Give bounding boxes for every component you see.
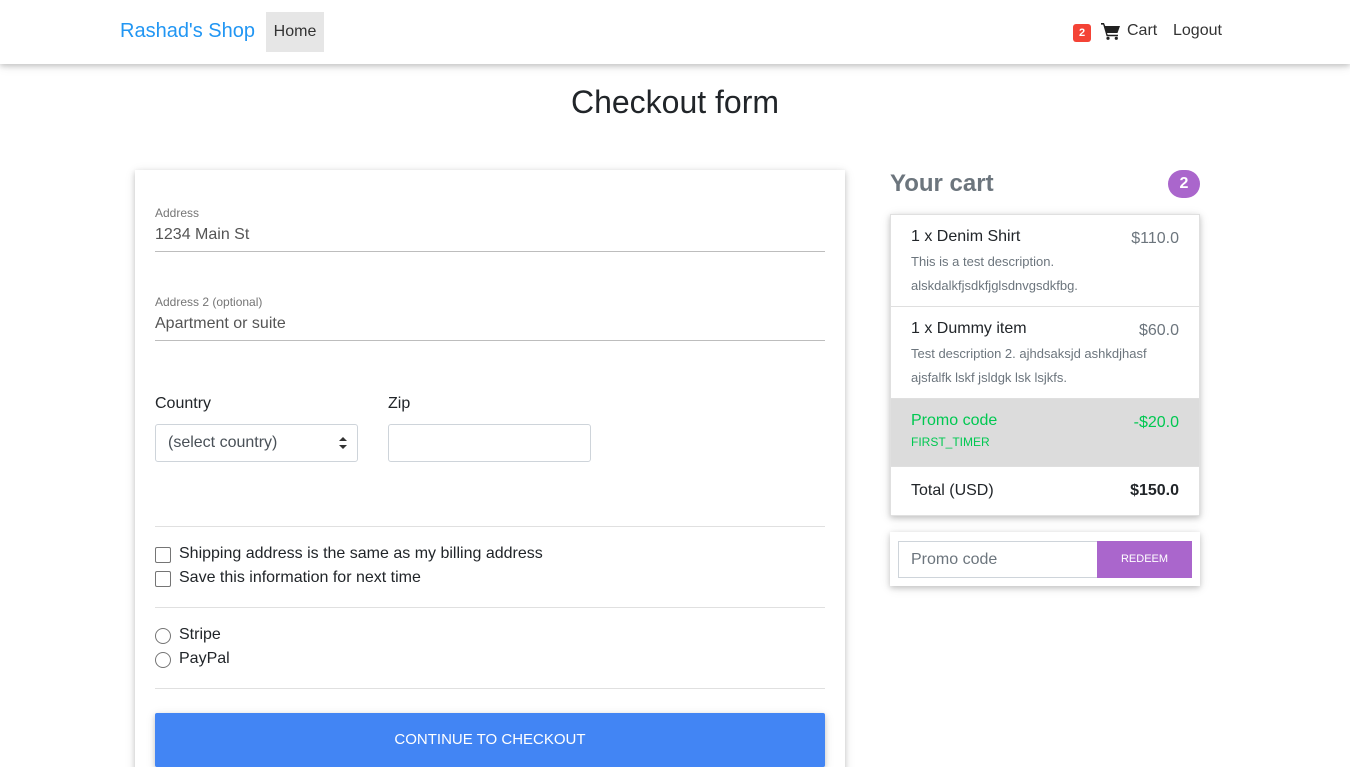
divider (155, 688, 825, 689)
select-updown-arrow-icon (339, 437, 347, 449)
address-field: Address (155, 206, 825, 252)
promo-redeem-card: REDEEM (890, 532, 1200, 586)
zip-label: Zip (388, 395, 411, 412)
cart-list: 1 x Denim Shirt $110.0 This is a test de… (890, 214, 1200, 516)
divider (155, 607, 825, 608)
nav-home-link[interactable]: Home (266, 12, 324, 52)
cart-count-pill: 2 (1168, 170, 1200, 198)
cart-item-price: $110.0 (1131, 230, 1179, 247)
address2-label: Address 2 (optional) (155, 295, 263, 309)
stripe-radio[interactable] (155, 628, 171, 644)
zip-input[interactable] (388, 424, 591, 462)
address-label: Address (155, 206, 200, 220)
cart-total-row: Total (USD) $150.0 (891, 467, 1199, 515)
redeem-button[interactable]: REDEEM (1097, 541, 1192, 578)
checkout-form-card: Address Address 2 (optional) Country (se… (135, 170, 845, 767)
cart-item-name: 1 x Dummy item (911, 320, 1027, 337)
cart-item: 1 x Dummy item $60.0 Test description 2.… (891, 307, 1199, 399)
save-info-label: Save this information for next time (179, 569, 421, 586)
total-value: $150.0 (1130, 482, 1179, 499)
brand-link[interactable]: Rashad's Shop (120, 20, 255, 43)
address2-field: Address 2 (optional) (155, 295, 825, 341)
save-info-checkbox[interactable] (155, 571, 171, 587)
top-navbar: Rashad's Shop Home 2 Cart Logout (0, 0, 1350, 64)
cart-item-name: 1 x Denim Shirt (911, 228, 1021, 245)
country-select-value: (select country) (168, 434, 278, 451)
promo-code-label: Promo code (911, 412, 998, 429)
promo-code-row: Promo code FIRST_TIMER -$20.0 (891, 399, 1199, 467)
cart-item: 1 x Denim Shirt $110.0 This is a test de… (891, 215, 1199, 307)
cart-item-price: $60.0 (1138, 322, 1179, 339)
country-label: Country (155, 395, 212, 412)
promo-discount-amount: -$20.0 (1133, 414, 1179, 431)
total-label: Total (USD) (911, 482, 994, 499)
same-address-label: Shipping address is the same as my billi… (179, 545, 543, 562)
shopping-cart-icon[interactable] (1101, 22, 1121, 40)
cart-heading: Your cart (890, 170, 994, 197)
continue-to-checkout-button[interactable]: CONTINUE TO CHECKOUT (155, 713, 825, 767)
nav-cart-link[interactable]: Cart (1127, 22, 1157, 40)
page-title: Checkout form (570, 84, 780, 120)
address2-input[interactable] (155, 313, 825, 335)
same-address-checkbox[interactable] (155, 547, 171, 563)
paypal-label: PayPal (179, 650, 230, 667)
stripe-label: Stripe (179, 626, 221, 643)
address-input[interactable] (155, 224, 825, 246)
cart-count-badge: 2 (1073, 24, 1091, 42)
paypal-radio[interactable] (155, 652, 171, 668)
promo-code-value: FIRST_TIMER (911, 435, 990, 449)
promo-code-input[interactable] (898, 541, 1098, 578)
cart-item-description: Test description 2. ajhdsaksjd ashkdjhas… (911, 346, 1147, 385)
country-select[interactable]: (select country) (155, 424, 358, 462)
nav-logout-link[interactable]: Logout (1173, 22, 1222, 40)
cart-item-description: This is a test description. alskdalkfjsd… (911, 254, 1078, 293)
divider (155, 526, 825, 527)
